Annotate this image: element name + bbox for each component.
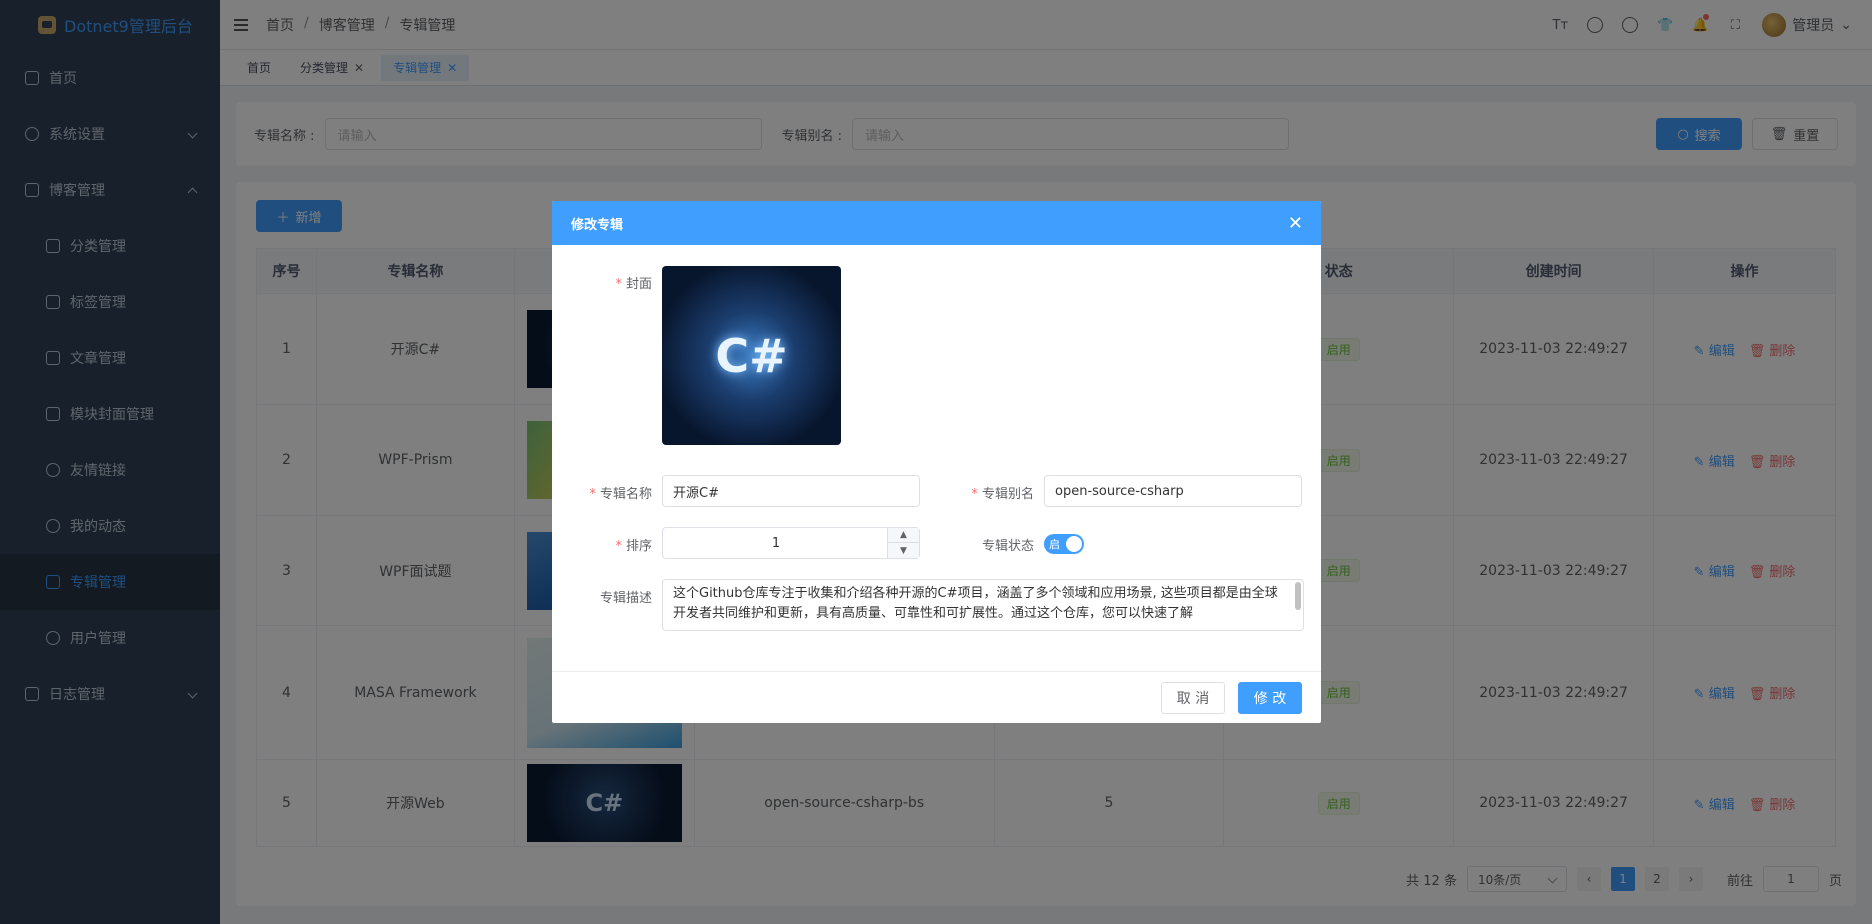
sort-value[interactable]: 1 bbox=[663, 528, 889, 558]
increment-button[interactable]: ▲ bbox=[888, 528, 919, 543]
album-description-textarea[interactable]: 这个Github仓库专注于收集和介绍各种开源的C#项目，涵盖了多个领域和应用场景… bbox=[662, 579, 1304, 631]
album-alias-label: * 专辑别名 bbox=[971, 487, 1034, 502]
dialog-footer: 取 消 修 改 bbox=[552, 671, 1321, 723]
album-name-input[interactable]: 开源C# bbox=[662, 475, 920, 507]
album-status-toggle[interactable]: 启 bbox=[1044, 534, 1084, 554]
album-status-label: 专辑状态 bbox=[981, 539, 1034, 554]
dialog-title: 修改专辑 bbox=[571, 217, 624, 233]
album-description-label: 专辑描述 bbox=[599, 591, 652, 606]
album-alias-input[interactable]: open-source-csharp bbox=[1044, 475, 1302, 507]
sort-stepper[interactable]: 1 ▲ ▼ bbox=[662, 527, 920, 559]
submit-button[interactable]: 修 改 bbox=[1238, 682, 1302, 714]
sort-label: * 排序 bbox=[615, 539, 652, 554]
cover-label: * 封面 bbox=[615, 277, 652, 292]
decrement-button[interactable]: ▼ bbox=[888, 543, 919, 558]
close-icon[interactable]: ✕ bbox=[1288, 213, 1303, 234]
edit-album-dialog: 修改专辑 ✕ * 封面 C# * 专辑名称 开源C# * 专辑别名 open-sour… bbox=[552, 201, 1321, 723]
cancel-button[interactable]: 取 消 bbox=[1161, 682, 1225, 714]
album-name-label: * 专辑名称 bbox=[589, 487, 652, 502]
dialog-header: 修改专辑 ✕ bbox=[552, 201, 1321, 245]
scrollbar[interactable] bbox=[1295, 582, 1301, 610]
cover-image-upload[interactable]: C# bbox=[662, 266, 841, 445]
